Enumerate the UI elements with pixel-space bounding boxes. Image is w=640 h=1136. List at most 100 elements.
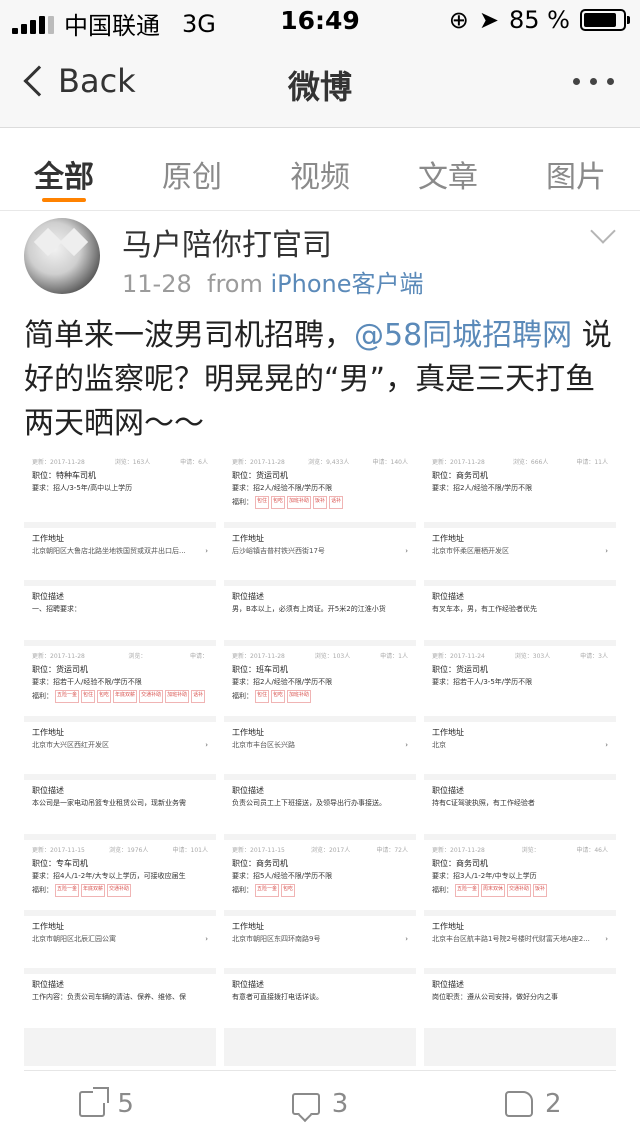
job-desc-block: 职位描述 本公司是一家电动吊篮专业租赁公司，现新业务需 <box>24 780 216 834</box>
tab-images[interactable]: 图片 <box>512 128 640 210</box>
benefit-tag: 周末双休 <box>481 884 506 897</box>
benefits-label: 福利： <box>432 886 453 894</box>
job-desc-title: 职位描述 <box>32 980 64 989</box>
job-stat: 浏览：303人 <box>514 653 551 660</box>
tab-article[interactable]: 文章 <box>384 128 512 210</box>
job-summary: 更新：2017-11-15 浏览：1976人 申请：101人 职位：专车司机 要求：招4… <box>24 840 216 910</box>
screenshot-image[interactable]: 更新：2017-11-28 浏览：163人 申请：6人 职位：特种车司机 要求：招人/3… <box>24 452 216 1066</box>
chevron-right-icon: › <box>605 935 608 943</box>
chevron-down-icon[interactable] <box>590 218 616 244</box>
job-benefits: 福利： 五险一金 周末双休 交通补助 饭补 <box>432 884 608 897</box>
share-icon <box>79 1087 110 1117</box>
tab-all[interactable]: 全部 <box>0 128 128 210</box>
repost-button[interactable]: 5 <box>0 1072 213 1136</box>
job-stat: 申请：140人 <box>372 459 408 466</box>
status-right: ⊕ ➤ 85 % <box>449 6 630 34</box>
job-stat: 申请： <box>189 653 208 660</box>
screenshot-image[interactable]: 更新：2017-11-28 浏览：9,433人 申请：140人 职位：货运司机 要求：招… <box>224 452 416 1066</box>
benefit-tag: 包住 <box>255 496 270 509</box>
author-name[interactable]: 马户陪你打官司 <box>122 220 332 264</box>
job-stats: 更新：2017-11-28 浏览：103人 申请：1人 <box>232 650 408 663</box>
job-stat: 更新：2017-11-28 <box>32 653 85 660</box>
comment-icon <box>291 1093 320 1115</box>
job-stat: 浏览：103人 <box>314 653 351 660</box>
job-position: 职位：商务司机 <box>232 859 288 868</box>
job-requirement: 要求：招4人/1-2年/大专以上学历，可接收应届生 <box>32 872 186 880</box>
job-address: 北京市大兴区西红开发区 › <box>32 739 208 752</box>
job-address-block: 工作地址北京丰台区航丰路1号院2号楼时代财富天地A座2... › <box>424 916 616 968</box>
job-desc: 工作内容：负责公司车辆的清洁、保养、维修、保 <box>32 993 186 1001</box>
job-requirement: 要求：招5人/经验不限/学历不限 <box>232 872 333 880</box>
job-stat: 浏览：163人 <box>114 459 151 466</box>
job-desc-block: 职位描述 岗位职责：遵从公司安排，做好分内之事 <box>424 974 616 1028</box>
job-address-block: 工作地址 北京朝阳区大鲁店北路坐地铁国贸或双井出口后... › <box>24 528 216 580</box>
job-desc-title: 职位描述 <box>232 980 264 989</box>
benefit-tag: 加班补助 <box>287 690 312 703</box>
job-summary: 更新：2017-11-28 浏览： 申请：46人 职位：商务司机 要求：招3人/1-2年… <box>424 840 616 910</box>
job-requirement: 要求：招若干人/经验不限/学历不限 <box>32 678 142 686</box>
job-address-text: 北京市怀柔区雁栖开发区 <box>432 547 509 555</box>
job-desc-block: 职位描述 负责公司员工上下班接送，及领导出行办事接送。 <box>224 780 416 834</box>
job-stat: 浏览：2017人 <box>310 847 351 854</box>
job-desc: 负责公司员工上下班接送，及领导出行办事接送。 <box>232 799 386 807</box>
tab-original[interactable]: 原创 <box>128 128 256 210</box>
chevron-right-icon: › <box>205 547 208 555</box>
job-address-block: 工作地址 后沙峪镇吉普村铁兴西街17号 › <box>224 528 416 580</box>
mention-link[interactable]: @58同城招聘网 <box>354 318 572 353</box>
job-address: 北京 › <box>432 739 608 752</box>
job-desc-block: 职位描述 男，B本以上，必须有上岗证。开5米2的江淮小货 <box>224 586 416 640</box>
job-stat: 申请：6人 <box>180 459 208 466</box>
post-source[interactable]: iPhone客户端 <box>271 270 424 298</box>
job-desc-block: 职位描述 持有C证驾驶执照，有工作经验者 <box>424 780 616 834</box>
job-position: 职位：班车司机 <box>232 665 288 674</box>
comment-button[interactable]: 3 <box>213 1072 426 1136</box>
nav-bar: Back 微博 <box>0 40 640 128</box>
status-bar: 中国联通 3G 16:49 ⊕ ➤ 85 % <box>0 0 640 40</box>
post-date: 11-28 <box>122 270 192 298</box>
job-stat: 更新：2017-11-24 <box>432 653 485 660</box>
like-button[interactable]: 2 <box>427 1072 640 1136</box>
action-bar: 5 3 2 <box>0 1072 640 1136</box>
job-address-title: 工作地址 <box>432 922 464 931</box>
benefit-tag: 交通补助 <box>507 884 532 897</box>
job-stat: 浏览：666人 <box>512 459 549 466</box>
benefits-label: 福利： <box>32 692 53 700</box>
battery-icon <box>580 9 630 31</box>
job-desc: 有叉车本，男，有工作经验者优先 <box>432 605 537 613</box>
tab-video[interactable]: 视频 <box>256 128 384 210</box>
job-desc-title: 职位描述 <box>232 592 264 601</box>
job-address: 北京市朝阳区北辰汇园公寓 › <box>32 933 208 946</box>
job-stat: 更新：2017-11-28 <box>32 459 85 466</box>
more-dot-icon <box>590 78 597 85</box>
more-dot-icon <box>607 78 614 85</box>
benefit-tag: 包吃 <box>271 496 286 509</box>
job-address-title: 工作地址 <box>432 728 464 737</box>
job-address-text: 北京 <box>432 741 446 749</box>
job-address-block: 工作地址 北京市怀柔区雁栖开发区 › <box>424 528 616 580</box>
job-address: 北京丰台区航丰路1号院2号楼时代财富天地A座2... › <box>432 933 608 946</box>
screenshot-image[interactable]: 更新：2017-11-28 浏览：666人 申请：11人 职位：商务司机 要求：招2人/… <box>424 452 616 1066</box>
chevron-right-icon: › <box>405 935 408 943</box>
job-address-title: 工作地址 <box>32 534 64 543</box>
job-position: 职位：商务司机 <box>432 471 488 480</box>
job-benefits: 福利： 包住 包吃 加班补助 饭补 话补 <box>232 496 408 509</box>
job-stat: 申请：11人 <box>576 459 608 466</box>
job-summary: 更新：2017-11-28 浏览：103人 申请：1人 职位：班车司机 要求：招2人/经… <box>224 646 416 716</box>
job-address-title: 工作地址 <box>32 728 64 737</box>
job-benefits: 福利： 五险一金 年底双薪 交通补助 <box>32 884 208 897</box>
battery-percent: 85 % <box>509 6 570 34</box>
benefit-tag: 包吃 <box>271 690 286 703</box>
avatar[interactable] <box>24 218 100 294</box>
job-address-block: 工作地址北京 › <box>424 722 616 774</box>
job-stat: 更新：2017-11-28 <box>232 459 285 466</box>
more-button[interactable] <box>573 78 614 85</box>
benefit-tag: 交通补助 <box>107 884 132 897</box>
job-requirement: 要求：招人/3-5年/高中以上学历 <box>32 484 133 492</box>
chevron-right-icon: › <box>605 741 608 749</box>
job-stats: 更新：2017-11-28 浏览： 申请：46人 <box>432 844 608 857</box>
job-stat: 更新：2017-11-15 <box>32 847 85 854</box>
job-desc: 持有C证驾驶执照，有工作经验者 <box>432 799 535 807</box>
job-position: 职位：商务司机 <box>432 859 488 868</box>
job-summary: 更新：2017-11-28 浏览： 申请： 职位：货运司机 要求：招若干人/经验不限/学… <box>24 646 216 716</box>
job-stat: 申请：101人 <box>172 847 208 854</box>
